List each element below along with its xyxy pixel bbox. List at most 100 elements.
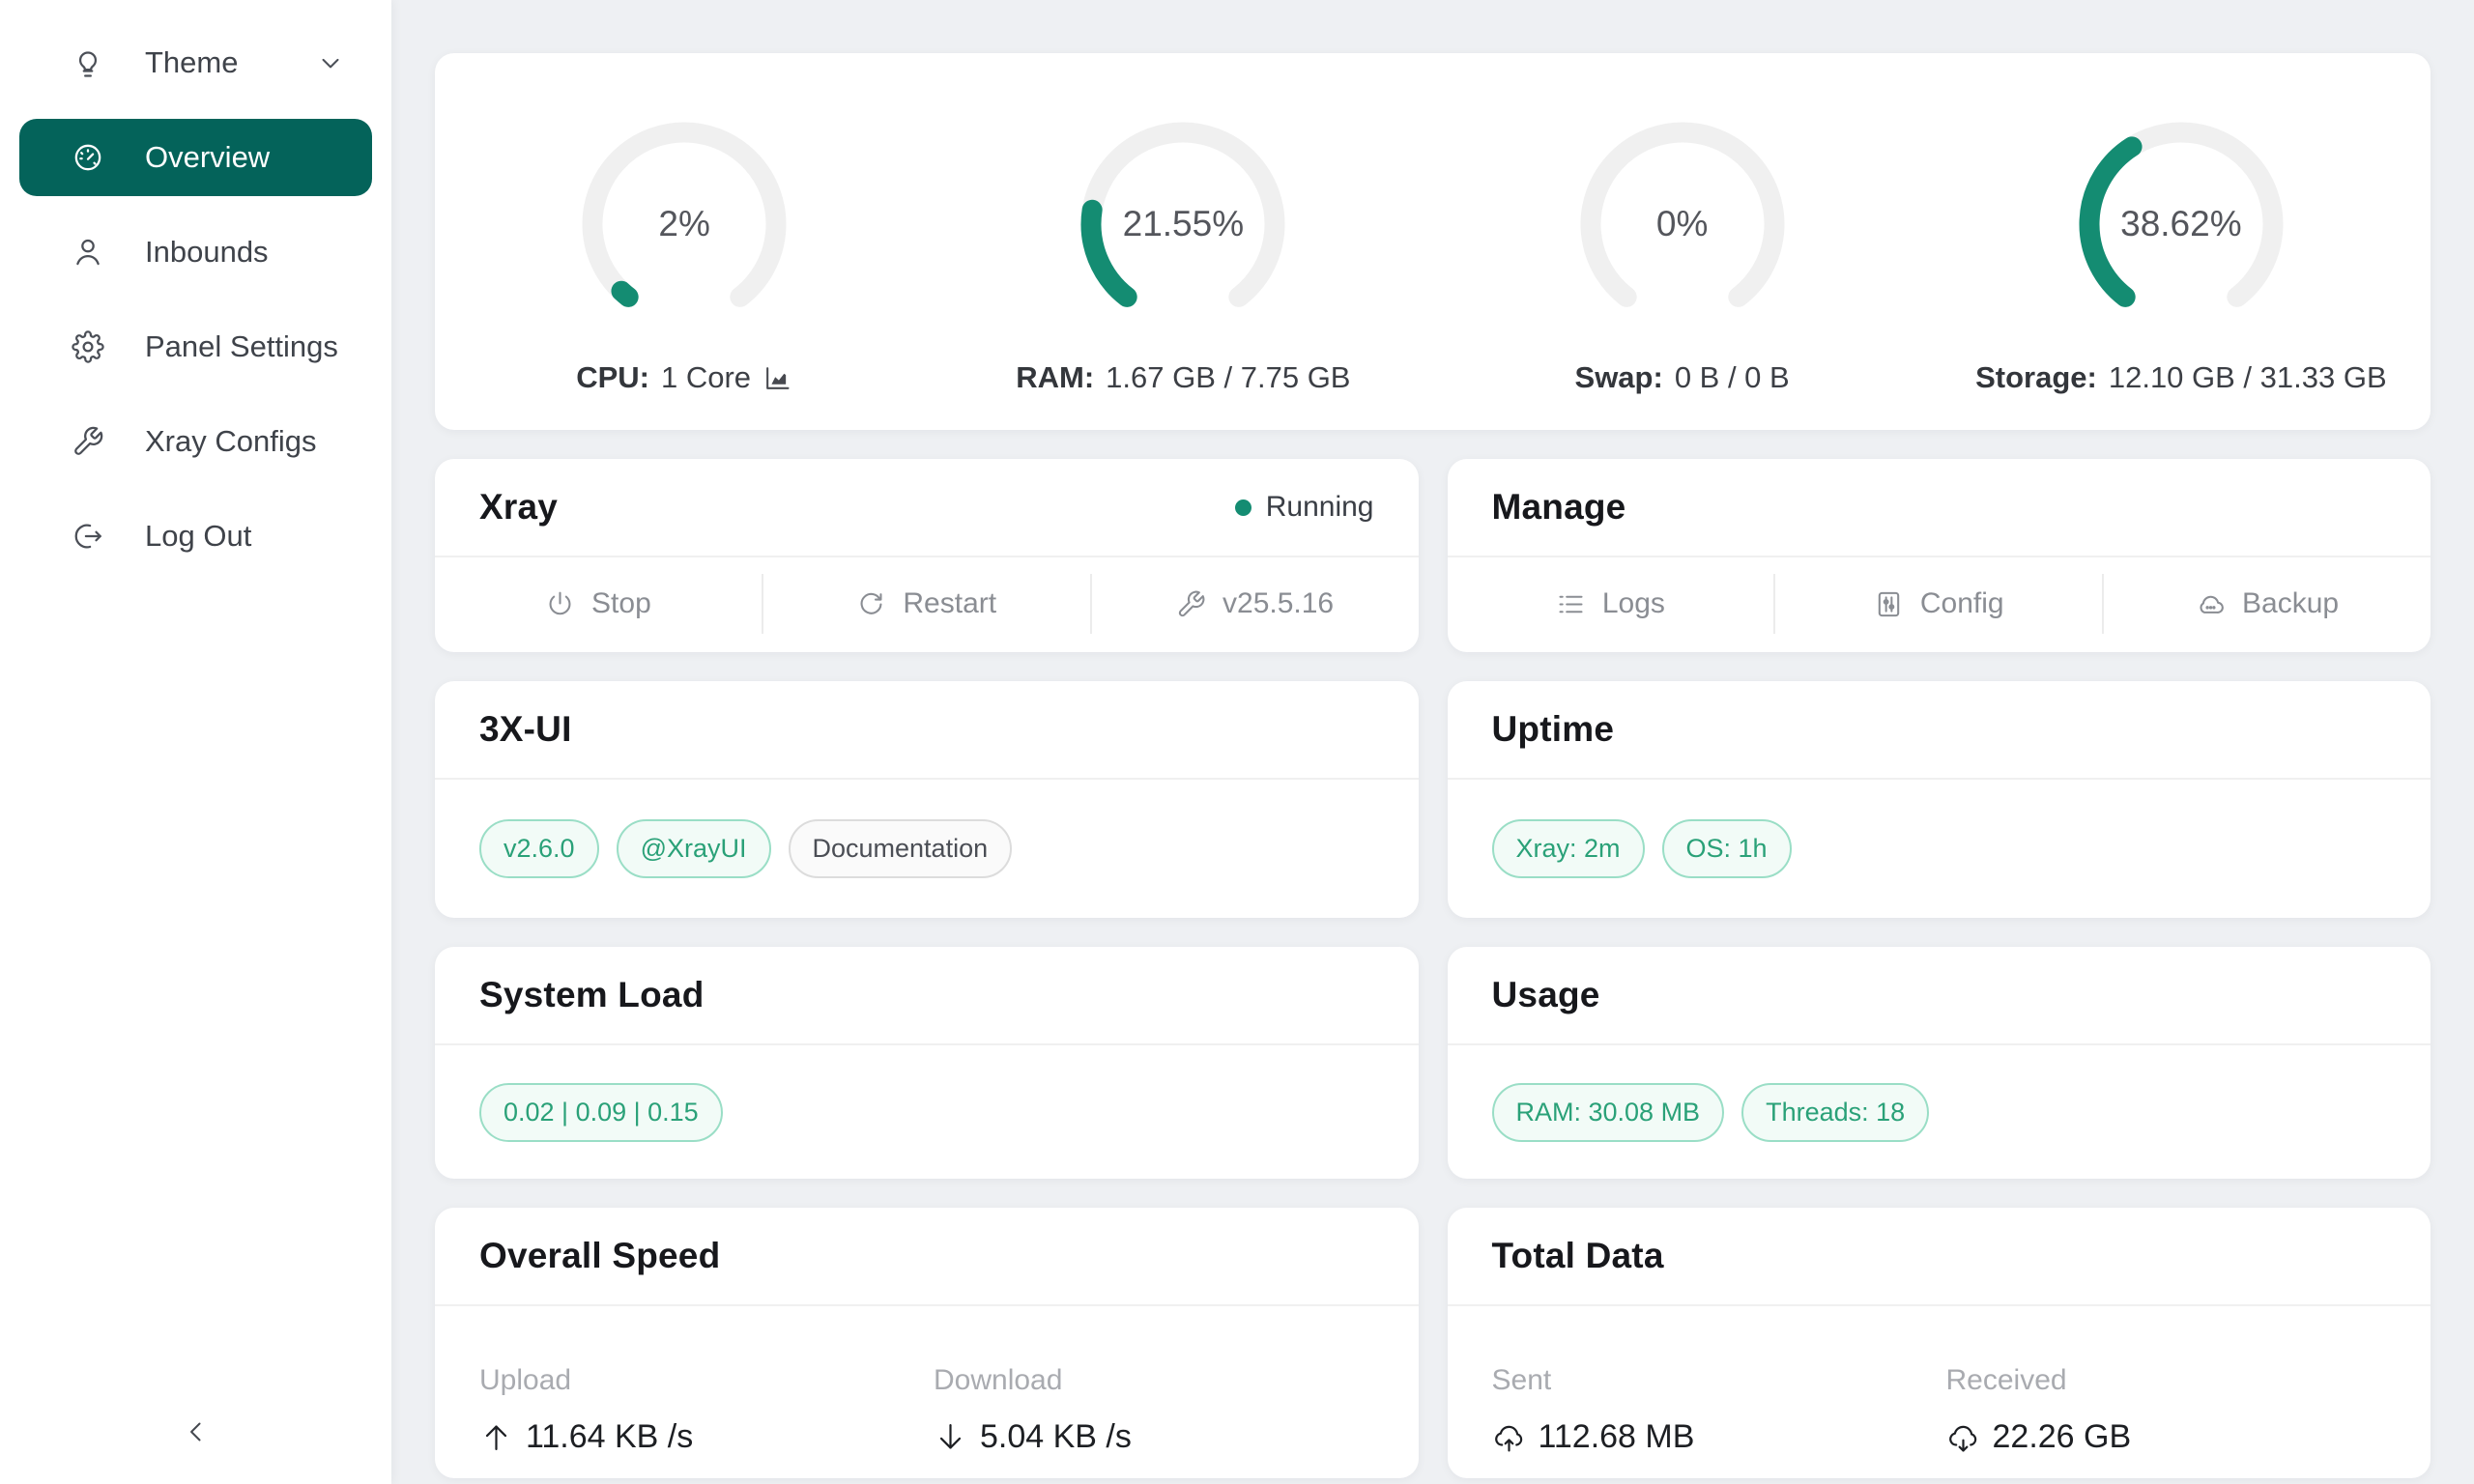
dashboard-icon bbox=[70, 139, 106, 176]
sidebar: Theme Overview Inbounds bbox=[0, 0, 391, 1484]
ram-gauge: 21.55% RAM: 1.67 GB / 7.75 GB bbox=[934, 107, 1432, 430]
config-button[interactable]: Config bbox=[1775, 557, 2102, 650]
sent-stat: Sent 112.68 MB bbox=[1492, 1364, 1946, 1456]
storage-percent: 38.62% bbox=[2064, 107, 2298, 341]
upload-value: 11.64 KB /s bbox=[479, 1418, 934, 1456]
xray-status: Running bbox=[1235, 491, 1374, 524]
restart-button[interactable]: Restart bbox=[763, 557, 1090, 650]
sidebar-item-log-out[interactable]: Log Out bbox=[19, 498, 372, 575]
logs-button[interactable]: Logs bbox=[1448, 557, 1774, 650]
telegram-tag[interactable]: @XrayUI bbox=[617, 819, 771, 878]
upload-stat: Upload 11.64 KB /s bbox=[479, 1364, 934, 1456]
cloud-download-icon bbox=[1946, 1420, 1980, 1454]
sidebar-item-panel-settings[interactable]: Panel Settings bbox=[19, 308, 372, 385]
swap-gauge: 0% Swap: 0 B / 0 B bbox=[1433, 107, 1932, 430]
storage-gauge-ring: 38.62% bbox=[2064, 107, 2298, 341]
sidebar-item-label: Panel Settings bbox=[145, 329, 338, 364]
xui-tags: v2.6.0 @XrayUI Documentation bbox=[435, 780, 1419, 918]
cloud-server-icon bbox=[2196, 589, 2226, 619]
manage-card-title: Manage bbox=[1492, 487, 1626, 528]
power-icon bbox=[545, 589, 575, 619]
overall-speed-stats: Upload 11.64 KB /s Download 5.04 KB /s bbox=[435, 1306, 1419, 1456]
system-gauges-card: 2% CPU: 1 Core 21.55% RAM: 1.67 GB bbox=[435, 53, 2431, 430]
uptime-card-title: Uptime bbox=[1492, 709, 1615, 750]
xui-card: 3X-UI v2.6.0 @XrayUI Documentation bbox=[435, 681, 1419, 918]
arrow-up-icon bbox=[479, 1420, 513, 1454]
version-tag[interactable]: v2.6.0 bbox=[479, 819, 599, 878]
manage-card: Manage Logs Config Backup bbox=[1448, 459, 2431, 652]
usage-card: Usage RAM: 30.08 MB Threads: 18 bbox=[1448, 947, 2431, 1179]
received-value-text: 22.26 GB bbox=[1993, 1418, 2132, 1456]
os-uptime-tag: OS: 1h bbox=[1662, 819, 1792, 878]
sidebar-item-overview[interactable]: Overview bbox=[19, 119, 372, 196]
received-label: Received bbox=[1946, 1364, 2387, 1397]
sent-value: 112.68 MB bbox=[1492, 1418, 1946, 1456]
usage-card-header: Usage bbox=[1448, 947, 2431, 1045]
area-chart-icon[interactable] bbox=[762, 363, 792, 393]
received-value: 22.26 GB bbox=[1946, 1418, 2387, 1456]
sidebar-item-theme[interactable]: Theme bbox=[19, 24, 372, 101]
config-button-label: Config bbox=[1920, 587, 2004, 620]
xray-version-label: v25.5.16 bbox=[1223, 587, 1334, 620]
sidebar-item-xray-configs[interactable]: Xray Configs bbox=[19, 403, 372, 480]
xui-card-title: 3X-UI bbox=[479, 709, 572, 750]
uptime-card: Uptime Xray: 2m OS: 1h bbox=[1448, 681, 2431, 918]
cpu-label-value: 1 Core bbox=[661, 360, 751, 395]
xray-card: Xray Running Stop Restart bbox=[435, 459, 1419, 652]
total-data-card: Total Data Sent 112.68 MB Received bbox=[1448, 1208, 2431, 1478]
arrow-down-icon bbox=[934, 1420, 967, 1454]
cpu-gauge-ring: 2% bbox=[567, 107, 801, 341]
download-value-text: 5.04 KB /s bbox=[980, 1418, 1132, 1456]
overall-speed-title: Overall Speed bbox=[479, 1236, 720, 1276]
sidebar-item-label: Inbounds bbox=[145, 235, 269, 270]
user-icon bbox=[70, 234, 106, 271]
download-stat: Download 5.04 KB /s bbox=[934, 1364, 1374, 1456]
xray-card-header: Xray Running bbox=[435, 459, 1419, 557]
uptime-card-header: Uptime bbox=[1448, 681, 2431, 780]
total-data-stats: Sent 112.68 MB Received 22.26 GB bbox=[1448, 1306, 2431, 1456]
uptime-tags: Xray: 2m OS: 1h bbox=[1448, 780, 2431, 918]
ram-percent: 21.55% bbox=[1066, 107, 1300, 341]
swap-label-key: Swap: bbox=[1575, 360, 1663, 395]
stop-button-label: Stop bbox=[591, 587, 651, 620]
system-load-tags: 0.02 | 0.09 | 0.15 bbox=[435, 1045, 1419, 1179]
ram-usage-tag: RAM: 30.08 MB bbox=[1492, 1083, 1725, 1142]
swap-label: Swap: 0 B / 0 B bbox=[1575, 360, 1790, 395]
ram-label-key: RAM: bbox=[1016, 360, 1094, 395]
wrench-icon bbox=[1176, 589, 1206, 619]
status-dot-icon bbox=[1235, 499, 1251, 516]
sliders-icon bbox=[1874, 589, 1904, 619]
threads-tag: Threads: 18 bbox=[1741, 1083, 1929, 1142]
sidebar-item-label: Log Out bbox=[145, 519, 251, 554]
upload-label: Upload bbox=[479, 1364, 934, 1397]
chevron-left-icon bbox=[180, 1415, 213, 1448]
xray-card-title: Xray bbox=[479, 487, 558, 528]
documentation-tag[interactable]: Documentation bbox=[789, 819, 1013, 878]
system-load-card: System Load 0.02 | 0.09 | 0.15 bbox=[435, 947, 1419, 1179]
usage-tags: RAM: 30.08 MB Threads: 18 bbox=[1448, 1045, 2431, 1179]
sidebar-item-label: Theme bbox=[145, 45, 238, 80]
sidebar-collapse-button[interactable] bbox=[0, 1395, 391, 1469]
sidebar-item-label: Xray Configs bbox=[145, 424, 316, 459]
download-label: Download bbox=[934, 1364, 1374, 1397]
logs-button-label: Logs bbox=[1602, 587, 1665, 620]
xray-version-button[interactable]: v25.5.16 bbox=[1092, 557, 1419, 650]
backup-button[interactable]: Backup bbox=[2104, 557, 2431, 650]
xray-actions: Stop Restart v25.5.16 bbox=[435, 557, 1419, 650]
swap-gauge-ring: 0% bbox=[1566, 107, 1799, 341]
ram-label: RAM: 1.67 GB / 7.75 GB bbox=[1016, 360, 1350, 395]
backup-button-label: Backup bbox=[2242, 587, 2339, 620]
download-value: 5.04 KB /s bbox=[934, 1418, 1374, 1456]
usage-card-title: Usage bbox=[1492, 975, 1600, 1015]
stop-button[interactable]: Stop bbox=[435, 557, 762, 650]
cpu-label-key: CPU: bbox=[576, 360, 649, 395]
overall-speed-card: Overall Speed Upload 11.64 KB /s Downloa… bbox=[435, 1208, 1419, 1478]
wrench-icon bbox=[70, 423, 106, 460]
reload-icon bbox=[856, 589, 886, 619]
storage-label-value: 12.10 GB / 31.33 GB bbox=[2109, 360, 2387, 395]
sidebar-item-inbounds[interactable]: Inbounds bbox=[19, 214, 372, 291]
storage-label: Storage: 12.10 GB / 31.33 GB bbox=[1975, 360, 2387, 395]
sent-label: Sent bbox=[1492, 1364, 1946, 1397]
list-icon bbox=[1556, 589, 1586, 619]
bulb-icon bbox=[70, 44, 106, 81]
